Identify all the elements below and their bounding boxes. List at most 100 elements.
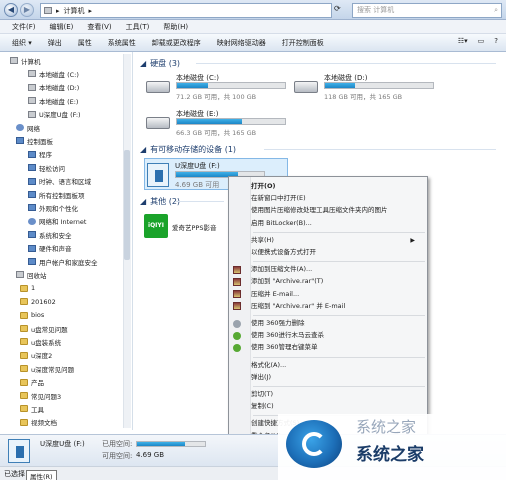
search-input[interactable]: 搜索 计算机 ⌕ [352, 3, 502, 18]
drive-icon [28, 97, 36, 105]
nav-item[interactable]: 本地磁盘 (E:) [28, 95, 78, 106]
collapse-icon[interactable]: ◢ [140, 59, 146, 68]
context-menu-item[interactable]: 压缩到 "Archive.rar" 并 E-mail [251, 301, 421, 312]
nav-item[interactable]: u深度2 [20, 350, 52, 361]
nav-item-label: u深度常见问题 [31, 365, 75, 374]
address-bar[interactable]: ▸ 计算机 ▸ [40, 3, 332, 18]
map-network-drive-button[interactable]: 映射网络驱动器 [217, 38, 266, 48]
drive-space-text: 4.69 GB 可用 [175, 181, 220, 189]
nav-item[interactable]: u盘装系统 [20, 336, 61, 347]
context-menu-item[interactable]: 使用图片压缩修改处理工具压缩文件夹内的图片 [251, 205, 421, 216]
context-menu-item[interactable]: 格式化(A)... [251, 360, 421, 371]
other-item-pps[interactable]: iQIYI 爱奇艺PPS影音 [144, 214, 228, 240]
eject-button[interactable]: 弹出 [48, 38, 62, 48]
breadcrumb-computer[interactable]: 计算机 [64, 6, 85, 16]
nav-item[interactable]: bios [20, 310, 44, 321]
nav-item[interactable]: 控制面板 [16, 135, 53, 146]
archive-icon [233, 265, 241, 274]
context-menu-item[interactable]: 启用 BitLocker(B)... [251, 218, 421, 229]
menu-bar: 文件(F) 编辑(E) 查看(V) 工具(T) 帮助(H) [0, 20, 506, 34]
nav-item-label: 产品 [31, 379, 44, 388]
collapse-icon[interactable]: ◢ [140, 145, 146, 154]
drive-c[interactable]: 本地磁盘 (C:) 71.2 GB 可用，共 100 GB [146, 73, 296, 109]
group-divider [264, 149, 496, 150]
nav-item[interactable]: 用户帐户和家庭安全 [28, 256, 98, 267]
nav-item[interactable]: U深度U盘 (F:) [28, 109, 81, 120]
nav-item-label: 1 [31, 284, 36, 293]
context-menu-item[interactable]: 使用 360进行木马云查杀 [251, 330, 421, 341]
nav-item[interactable]: 外观和个性化 [28, 202, 78, 213]
menu-edit[interactable]: 编辑(E) [50, 22, 74, 32]
context-menu-item[interactable]: 弹出(J) [251, 372, 421, 383]
nav-item[interactable]: 视频文档 [20, 417, 57, 428]
nav-item[interactable]: 1 [20, 283, 35, 294]
context-menu-item[interactable]: 复制(C) [251, 401, 421, 412]
group-other[interactable]: ◢ 其他 (2) [140, 196, 180, 207]
nav-item[interactable]: 计算机 [10, 55, 41, 66]
uninstall-program-button[interactable]: 卸载或更改程序 [152, 38, 201, 48]
forward-button[interactable]: ▶ [20, 3, 34, 17]
iqiyi-logo-icon: iQIYI [144, 214, 168, 238]
context-menu-item[interactable]: 使用 360强力删除 [251, 318, 421, 329]
nav-item[interactable]: 产品 [20, 377, 44, 388]
control-panel-icon [16, 137, 24, 145]
context-menu-item[interactable]: 添加到压缩文件(A)... [251, 264, 421, 275]
menu-help[interactable]: 帮助(H) [163, 22, 188, 32]
nav-item-label: 外观和个性化 [39, 204, 78, 213]
menu-view[interactable]: 查看(V) [87, 22, 111, 32]
nav-item[interactable]: 201602 [20, 296, 56, 307]
drive-usage-fill [177, 119, 242, 124]
group-removable-label: 有可移动存储的设备 (1) [150, 145, 237, 154]
usb-drive-icon-symbol [155, 170, 163, 182]
nav-item[interactable]: 常见问题3 [20, 390, 61, 401]
nav-item[interactable]: 回收站 [16, 269, 47, 280]
group-removable[interactable]: ◢ 有可移动存储的设备 (1) [140, 144, 236, 155]
folder-icon [20, 311, 28, 319]
nav-item[interactable]: 轻松访问 [28, 162, 65, 173]
nav-item-label: 网络 [27, 124, 40, 133]
back-button[interactable]: ◀ [4, 3, 18, 17]
navigation-scrollbar-thumb[interactable] [124, 150, 130, 260]
nav-item[interactable]: 本地磁盘 (C:) [28, 68, 79, 79]
nav-item[interactable]: 硬件和声音 [28, 243, 72, 254]
menu-file[interactable]: 文件(F) [12, 22, 36, 32]
group-hard-disks[interactable]: ◢ 硬盘 (3) [140, 58, 180, 69]
status-tooltip: 属性(R) [26, 470, 57, 480]
open-control-panel-button[interactable]: 打开控制面板 [282, 38, 324, 48]
context-menu-item[interactable]: 以便携式设备方式打开 [251, 247, 421, 258]
nav-item-label: 计算机 [21, 57, 41, 66]
drive-e[interactable]: 本地磁盘 (E:) 66.3 GB 可用，共 165 GB [146, 109, 296, 145]
preview-pane-icon[interactable]: ▭ [478, 37, 485, 45]
folder-icon [20, 351, 28, 359]
nav-item[interactable]: 时钟、语言和区域 [28, 176, 91, 187]
properties-button[interactable]: 属性 [78, 38, 92, 48]
context-menu-item[interactable]: 压缩并 E-mail... [251, 289, 421, 300]
folder-icon [20, 325, 28, 332]
nav-item[interactable]: 工具 [20, 403, 44, 414]
context-menu-item[interactable]: 使用 360管理右键菜单 [251, 342, 421, 353]
context-menu-item[interactable]: 共享(H) ▶ [251, 235, 421, 246]
nav-item[interactable]: 所有控制面板项 [28, 189, 85, 200]
view-options-icon[interactable]: ☷▾ [458, 37, 468, 45]
context-menu-item[interactable]: 剪切(T) [251, 389, 421, 400]
refresh-icon[interactable]: ⟳ [334, 4, 341, 13]
nav-item[interactable]: u深度常见问题 [20, 363, 74, 374]
drive-d[interactable]: 本地磁盘 (D:) 118 GB 可用，共 165 GB [294, 73, 444, 109]
menu-separator [253, 386, 425, 387]
organize-button[interactable]: 组织 ▾ [12, 38, 32, 48]
nav-item[interactable]: 网络 [16, 122, 40, 133]
context-menu-item[interactable]: 添加到 "Archive.rar"(T) [251, 276, 421, 287]
help-icon[interactable]: ? [494, 37, 498, 45]
collapse-icon[interactable]: ◢ [140, 197, 146, 206]
nav-item[interactable]: 网络和 Internet [28, 216, 86, 227]
program-icon [28, 150, 36, 158]
context-menu-item[interactable]: 在新窗口中打开(E) [251, 193, 421, 204]
context-menu-item-label: 使用图片压缩修改处理工具压缩文件夹内的图片 [251, 206, 388, 215]
context-menu-item[interactable]: 打开(O) [251, 181, 421, 192]
system-properties-button[interactable]: 系统属性 [108, 38, 136, 48]
nav-item[interactable]: u盘常见问题 [20, 323, 68, 334]
menu-tools[interactable]: 工具(T) [126, 22, 150, 32]
nav-item[interactable]: 程序 [28, 149, 52, 160]
nav-item[interactable]: 本地磁盘 (D:) [28, 82, 79, 93]
nav-item[interactable]: 系统和安全 [28, 229, 72, 240]
